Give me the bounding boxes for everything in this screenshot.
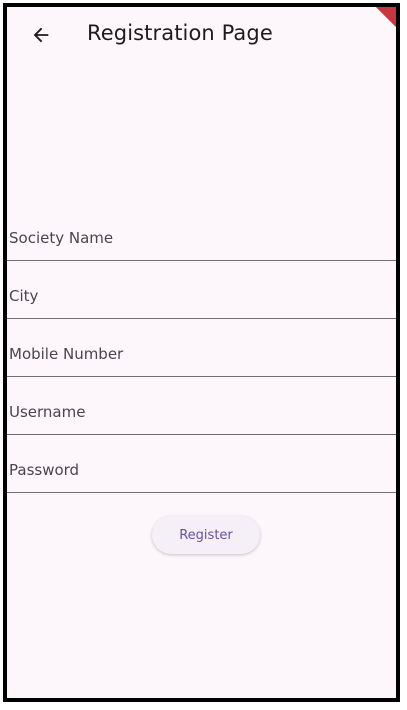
society-name-field [7, 203, 396, 261]
back-button[interactable] [23, 17, 59, 53]
society-name-input[interactable] [7, 203, 396, 260]
username-input[interactable] [7, 377, 396, 434]
mobile-number-input[interactable] [7, 319, 396, 376]
city-input[interactable] [7, 261, 396, 318]
app-screen: Registration Page Register [3, 3, 400, 702]
arrow-back-icon [33, 27, 49, 43]
password-input[interactable] [7, 435, 396, 492]
registration-form [7, 203, 396, 493]
username-field [7, 377, 396, 435]
password-field [7, 435, 396, 493]
register-button[interactable]: Register [152, 516, 260, 554]
mobile-number-field [7, 319, 396, 377]
page-title: Registration Page [87, 21, 273, 45]
city-field [7, 261, 396, 319]
app-bar: Registration Page [7, 7, 396, 63]
